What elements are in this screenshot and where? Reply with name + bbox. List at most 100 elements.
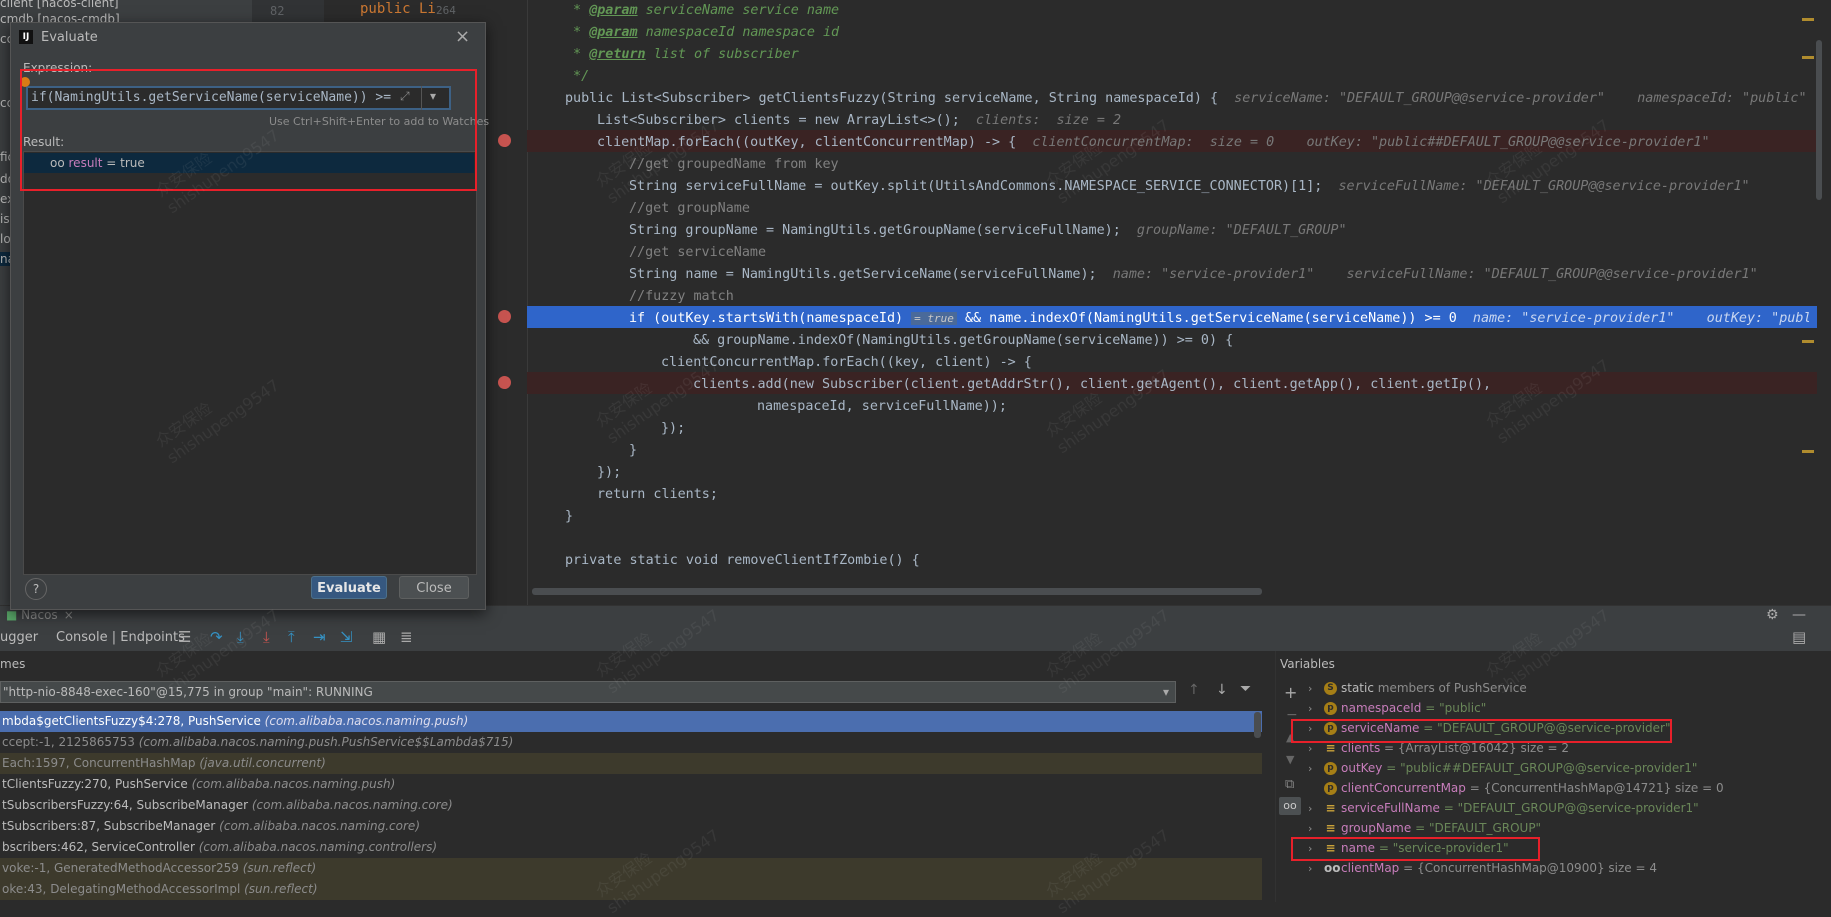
tree-item[interactable]: client [nacos-client]: [0, 0, 119, 10]
layout-icon[interactable]: ▤: [1792, 628, 1806, 646]
watches-toggle-icon[interactable]: oo: [1279, 797, 1301, 815]
code-line: */: [565, 69, 590, 84]
variable-row[interactable]: p clientConcurrentMap = {ConcurrentHashMa…: [1308, 778, 1724, 798]
evaluate-button[interactable]: Evaluate: [311, 576, 387, 599]
trace-icon[interactable]: ≣: [400, 628, 413, 646]
intellij-logo-icon: IJ: [19, 30, 33, 44]
frame-row[interactable]: tClientsFuzzy:270, PushService (com.alib…: [0, 774, 1262, 795]
frame-row[interactable]: Each:1597, ConcurrentHashMap (java.util.…: [0, 753, 1262, 774]
gutter-code-snippet: public Li: [360, 1, 436, 17]
frames-header: mes: [0, 657, 26, 671]
code-line: String groupName = NamingUtils.getGroupN…: [629, 223, 1347, 238]
code-comment: //get groupName: [629, 201, 750, 216]
frame-row[interactable]: ccept:-1, 2125865753 (com.alibaba.nacos.…: [0, 732, 1262, 753]
step-over-icon[interactable]: ↷: [210, 628, 223, 646]
drop-frame-icon[interactable]: ⇥: [313, 628, 326, 646]
error-stripe-marker[interactable]: [1802, 56, 1814, 59]
frames-scrollbar[interactable]: [1254, 712, 1261, 738]
code-line-current: if (outKey.startsWith(namespaceId) = tru…: [629, 311, 1809, 326]
static-icon: S: [1324, 682, 1337, 695]
gear-icon[interactable]: ⚙: [1766, 607, 1779, 623]
variable-row[interactable]: › ≡ serviceFullName = "DEFAULT_GROUP@@serv…: [1308, 798, 1699, 818]
variable-row[interactable]: › p outKey = "public##DEFAULT_GROUP@@servi…: [1308, 758, 1697, 778]
field-icon: ≡: [1325, 821, 1336, 835]
dialog-title: Evaluate: [41, 30, 98, 45]
debug-toolbar: ugger Console | Endpoints ☰ ↷ ⤓ ⤓ ⤒ ⇥ ⇲ …: [0, 625, 1831, 652]
code-line: * @param serviceName service name: [565, 3, 840, 18]
tab-console-endpoints[interactable]: Console | Endpoints: [56, 630, 185, 645]
horizontal-scrollbar[interactable]: [532, 588, 1262, 595]
add-watch-icon[interactable]: +: [1284, 683, 1297, 702]
code-line: });: [661, 421, 686, 436]
chevron-down-icon: ▾: [1162, 685, 1169, 699]
arrow-up-icon[interactable]: ↑: [1188, 682, 1200, 698]
arrow-down-icon[interactable]: ↓: [1216, 682, 1228, 698]
result-tree[interactable]: oo result = true: [23, 151, 477, 575]
line-number: 82: [270, 4, 285, 18]
code-line: }: [629, 443, 638, 458]
annotation-box: [1291, 837, 1540, 861]
breakpoint-icon[interactable]: [498, 310, 511, 323]
list-icon[interactable]: ☰: [178, 628, 191, 646]
variable-row[interactable]: › Sstatic members of PushService: [1308, 678, 1527, 698]
field-icon: ≡: [1325, 741, 1336, 755]
error-stripe-marker[interactable]: [1802, 450, 1814, 453]
code-comment: //get groupedName from key: [629, 157, 839, 172]
code-line: clientMap.forEach((outKey, clientConcurr…: [597, 135, 1710, 150]
code-line-signature: public List<Subscriber> getClientsFuzzy(…: [565, 91, 1807, 106]
bug-icon: ■: [6, 608, 22, 622]
frame-row-selected[interactable]: mbda$getClientsFuzzy$4:278, PushService …: [0, 711, 1262, 732]
run-config-tab[interactable]: ■ Nacos ×: [6, 608, 74, 622]
code-line: return clients;: [597, 487, 718, 502]
frame-row[interactable]: tSubscribers:87, SubscribeManager (com.a…: [0, 816, 1262, 837]
force-step-into-icon[interactable]: ⤓: [263, 628, 270, 646]
parameter-icon: p: [1324, 762, 1337, 775]
error-stripe-marker[interactable]: [1802, 18, 1814, 21]
gutter-divider: [527, 0, 528, 605]
minimize-icon[interactable]: —: [1792, 607, 1806, 623]
code-line: String name = NamingUtils.getServiceName…: [629, 267, 1758, 282]
dialog-title-bar[interactable]: IJ Evaluate ×: [11, 23, 485, 53]
code-comment: //get serviceName: [629, 245, 767, 260]
variables-header: Variables: [1280, 657, 1335, 671]
help-button[interactable]: ?: [25, 578, 47, 600]
code-line: clientConcurrentMap.forEach((key, client…: [661, 355, 1032, 370]
error-stripe-marker[interactable]: [1802, 340, 1814, 343]
close-icon[interactable]: ×: [64, 608, 74, 622]
close-button[interactable]: Close: [399, 576, 469, 599]
step-into-icon[interactable]: ⤓: [237, 628, 244, 646]
code-line: private static void removeClientIfZombie…: [565, 553, 920, 568]
frame-row[interactable]: tSubscribersFuzzy:64, SubscribeManager (…: [0, 795, 1262, 816]
code-line: });: [597, 465, 622, 480]
breakpoint-gutter[interactable]: [486, 0, 528, 605]
frame-row[interactable]: bscribers:462, ServiceController (com.al…: [0, 837, 1262, 858]
code-line: }: [565, 509, 574, 524]
filter-icon[interactable]: ⏷: [1240, 681, 1251, 697]
vertical-scrollbar[interactable]: [1816, 40, 1822, 200]
run-to-cursor-icon[interactable]: ⇲: [340, 628, 353, 646]
step-out-icon[interactable]: ⤒: [288, 628, 295, 646]
variable-row[interactable]: › ≡ groupName = "DEFAULT_GROUP": [1308, 818, 1541, 838]
code-line: * @return list of subscriber: [565, 47, 799, 62]
thread-select[interactable]: "http-nio-8848-exec-160"@15,775 in group…: [0, 681, 1176, 703]
code-line: && groupName.indexOf(NamingUtils.getGrou…: [693, 333, 1234, 348]
evaluate-icon[interactable]: ▦: [372, 628, 386, 646]
frame-row[interactable]: oke:43, DelegatingMethodAccessorImpl (su…: [0, 879, 1262, 900]
code-line: * @param namespaceId namespace id: [565, 25, 840, 40]
tab-debugger[interactable]: ugger: [0, 630, 38, 645]
copy-icon[interactable]: ⧉: [1285, 777, 1294, 792]
close-icon[interactable]: ×: [455, 26, 470, 47]
field-icon: ≡: [1325, 801, 1336, 815]
parameter-icon: p: [1324, 702, 1337, 715]
annotation-box: [1291, 719, 1672, 743]
variable-row[interactable]: › ooclientMap = {ConcurrentHashMap@10900}…: [1308, 858, 1657, 878]
code-comment: //fuzzy match: [629, 289, 734, 304]
breakpoint-icon[interactable]: [498, 134, 511, 147]
watch-icon: oo: [1324, 861, 1341, 875]
code-line: String serviceFullName = outKey.split(Ut…: [629, 179, 1750, 194]
variable-row[interactable]: › p namespaceId = "public": [1308, 698, 1486, 718]
frame-row[interactable]: voke:-1, GeneratedMethodAccessor259 (sun…: [0, 858, 1262, 879]
code-line: clients.add(new Subscriber(client.getAdd…: [693, 377, 1492, 392]
move-down-icon[interactable]: ▼: [1286, 753, 1294, 766]
breakpoint-icon[interactable]: [498, 376, 511, 389]
